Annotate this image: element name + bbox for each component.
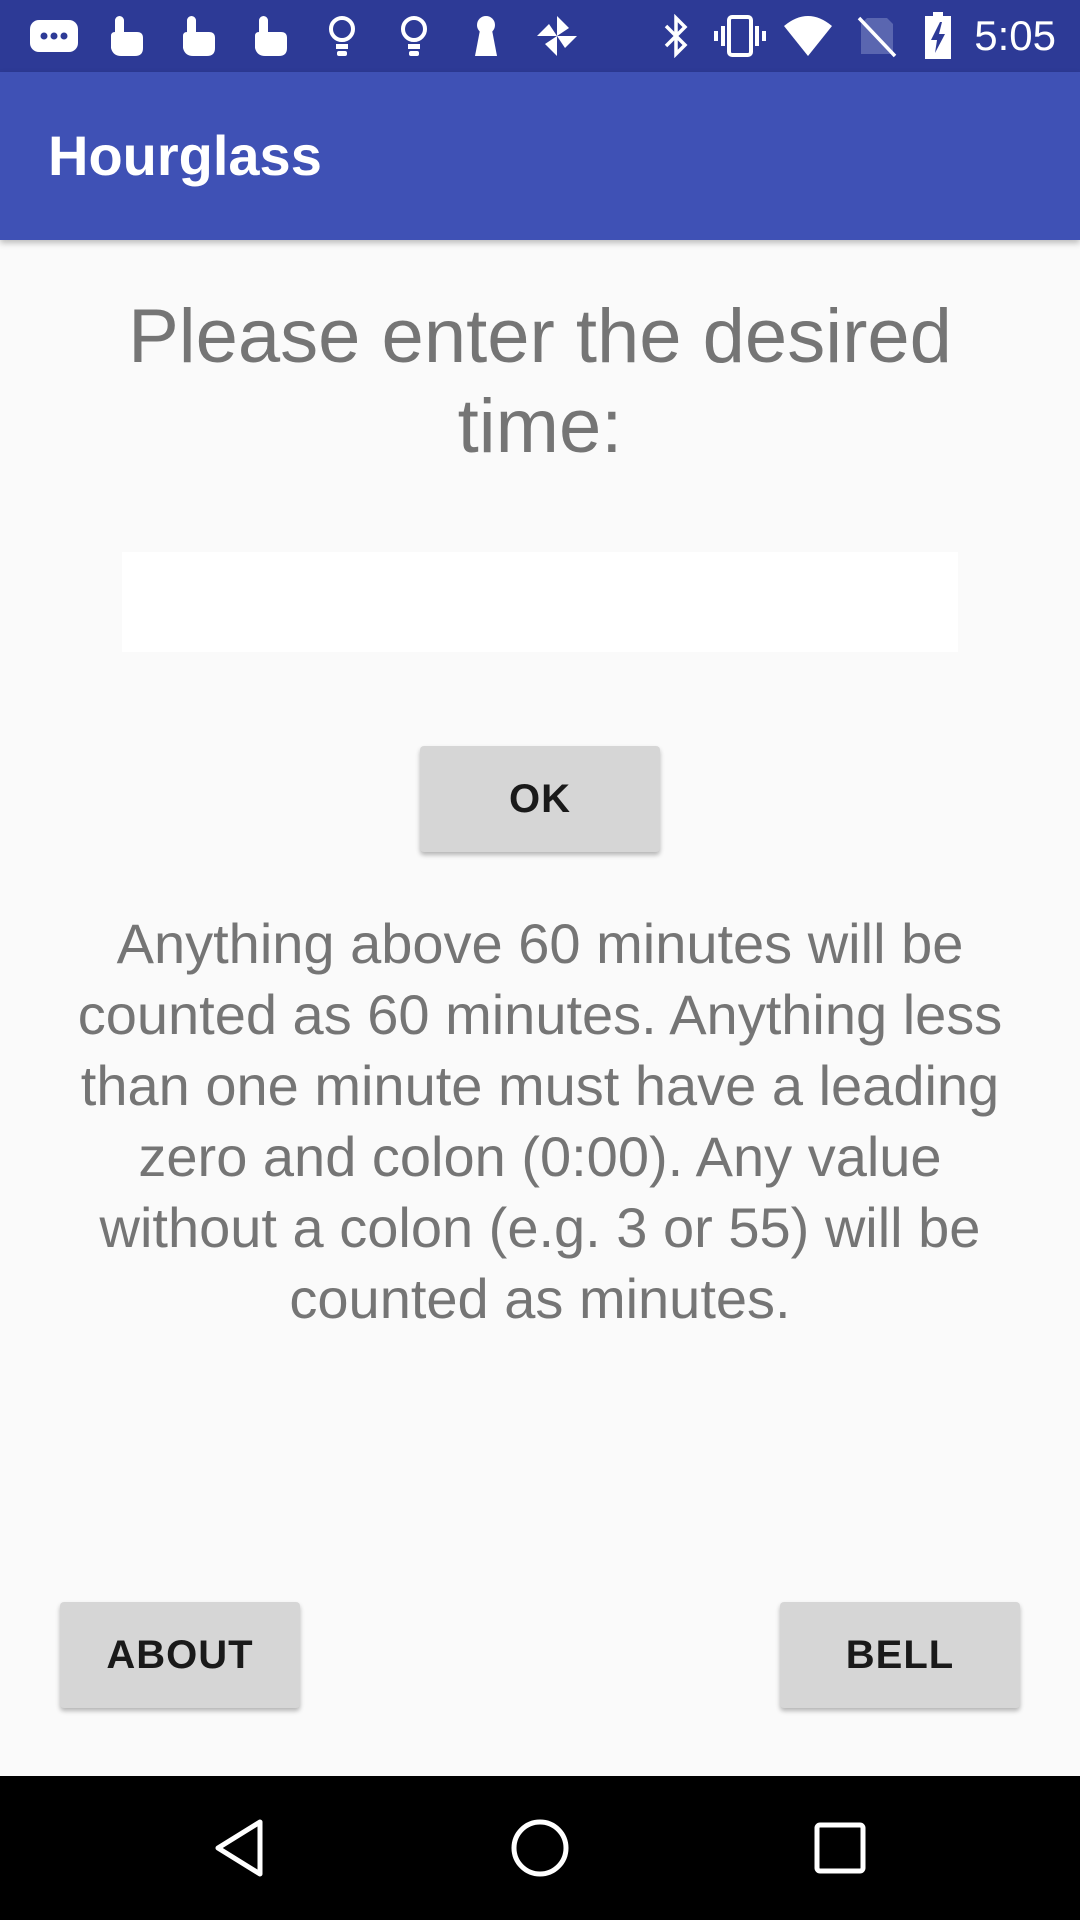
battery-charging-icon xyxy=(920,12,956,59)
status-time: 5:05 xyxy=(974,12,1056,59)
touch-icon xyxy=(172,14,222,58)
back-icon[interactable] xyxy=(140,1776,340,1920)
messaging-icon xyxy=(26,14,82,58)
about-button[interactable]: ABOUT xyxy=(60,1602,300,1708)
vibrate-icon xyxy=(712,14,768,58)
time-input[interactable] xyxy=(122,552,958,652)
bluetooth-icon xyxy=(656,14,696,58)
prompt-text: Please enter the desired time: xyxy=(128,294,952,469)
wifi-icon xyxy=(780,14,836,58)
bell-button[interactable]: BELL xyxy=(780,1602,1020,1708)
ok-button[interactable]: OK xyxy=(420,746,660,852)
home-icon[interactable] xyxy=(440,1776,640,1920)
info-text: Anything above 60 minutes will be counte… xyxy=(77,912,1003,1330)
keyhole-icon xyxy=(466,14,506,58)
no-sim-icon xyxy=(854,14,900,58)
pinwheel-icon xyxy=(532,14,582,58)
app-title: Hourglass xyxy=(48,124,322,187)
touch-icon xyxy=(100,14,150,58)
lightbulb-icon xyxy=(322,14,362,58)
status-bar: 5:05 xyxy=(0,0,1080,72)
recents-icon[interactable] xyxy=(740,1776,940,1920)
app-bar: Hourglass xyxy=(0,72,1080,240)
navigation-bar xyxy=(0,1776,1080,1920)
lightbulb-icon xyxy=(394,14,434,58)
touch-icon xyxy=(244,14,294,58)
